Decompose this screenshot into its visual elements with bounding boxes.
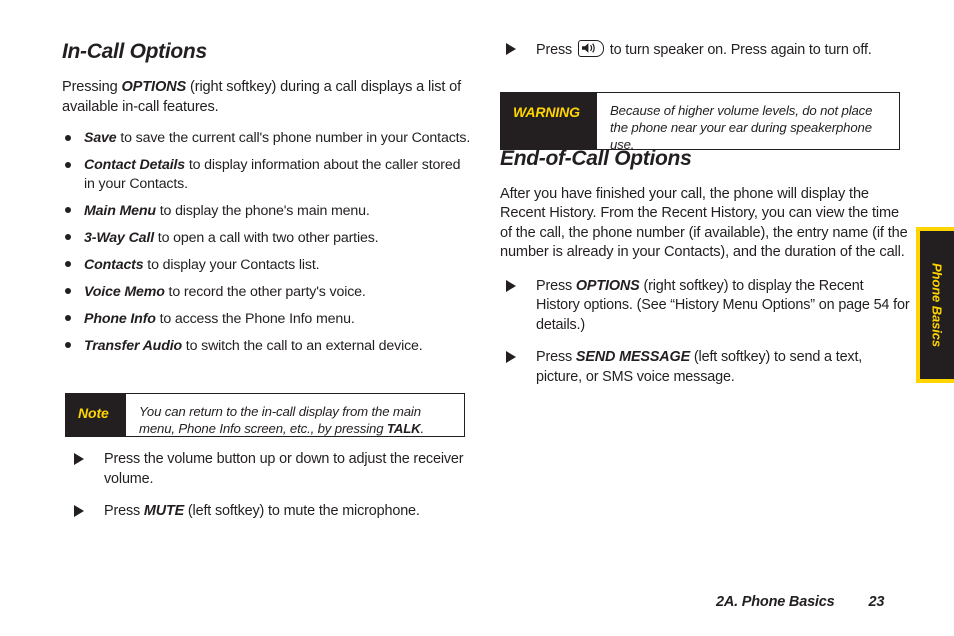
manual-page: In-Call Options Pressing OPTIONS (right …	[0, 0, 954, 636]
option-label: Transfer Audio	[84, 337, 183, 354]
list-item: Contacts to display your Contacts list.	[62, 256, 472, 275]
list-item: Voice Memo to record the other party's v…	[62, 283, 472, 302]
step-pre-text: Press	[536, 277, 576, 294]
option-description: to switch the call to an external device…	[182, 337, 423, 354]
list-item: Save to save the current call's phone nu…	[62, 129, 472, 148]
warning-callout: WARNING Because of higher volume levels,…	[500, 92, 900, 152]
option-description: to access the Phone Info menu.	[155, 310, 355, 327]
arrow-right-icon	[74, 453, 84, 465]
list-item: 3-Way Call to open a call with two other…	[62, 229, 472, 248]
note-text-pre: You can return to the in-call display fr…	[139, 404, 421, 436]
bullet-dot-icon	[65, 261, 71, 267]
list-item: Press MUTE (left softkey) to mute the mi…	[68, 502, 472, 522]
note-callout-tag: Note	[66, 394, 126, 436]
option-description: to open a call with two other parties.	[154, 229, 379, 246]
page-footer: 2A. Phone Basics 23	[716, 594, 884, 610]
option-description: to display the phone's main menu.	[155, 202, 370, 219]
step-pre-text: Press	[536, 349, 576, 365]
warning-callout-text: Because of higher volume levels, do not …	[610, 103, 873, 152]
note-callout: Note You can return to the in-call displ…	[65, 393, 465, 437]
list-item: Press SEND MESSAGE (left softkey) to sen…	[500, 348, 910, 387]
in-call-options-list: Save to save the current call's phone nu…	[62, 129, 472, 355]
step-post-text: (left softkey) to mute the microphone.	[184, 503, 420, 519]
chapter-side-tab-label: Phone Basics	[929, 262, 945, 348]
arrow-right-icon	[506, 351, 516, 363]
step-text: Press the volume button up or down to ad…	[104, 451, 464, 487]
list-item: Press OPTIONS (right softkey) to display…	[500, 277, 910, 336]
bullet-dot-icon	[65, 234, 71, 240]
list-item: Press the volume button up or down to ad…	[68, 450, 472, 489]
end-of-call-steps-list: Press OPTIONS (right softkey) to display…	[500, 277, 910, 388]
option-label: Contact Details	[84, 157, 186, 173]
warning-callout-tag: WARNING	[501, 93, 597, 149]
option-label: 3-Way Call	[84, 229, 154, 246]
bullet-dot-icon	[65, 288, 71, 294]
speaker-step-post-text: to turn speaker on. Press again to turn …	[605, 42, 872, 58]
arrow-right-icon	[506, 43, 516, 55]
left-column: In-Call Options Pressing OPTIONS (right …	[62, 40, 472, 364]
option-label: Phone Info	[84, 310, 156, 327]
option-description: to save the current call's phone number …	[116, 130, 471, 146]
page-title-in-call-options: In-Call Options	[62, 40, 207, 63]
page-title-end-of-call-options: End-of-Call Options	[500, 146, 692, 170]
bullet-dot-icon	[65, 315, 71, 321]
step-pre-text: Press	[104, 503, 144, 519]
speaker-key-icon	[577, 40, 604, 57]
option-label: Contacts	[84, 256, 144, 273]
speaker-step-list: Press to turn speaker on. Press again to…	[500, 40, 910, 61]
bullet-dot-icon	[65, 207, 71, 213]
in-call-steps-list: Press the volume button up or down to ad…	[68, 450, 472, 535]
arrow-right-icon	[506, 279, 516, 292]
intro-emphasis-options: OPTIONS	[121, 79, 187, 95]
step-emphasis-send-message: SEND MESSAGE	[575, 349, 691, 365]
list-item: Press to turn speaker on. Press again to…	[500, 40, 910, 61]
step-emphasis-mute: MUTE	[143, 503, 185, 519]
arrow-right-icon	[74, 505, 84, 517]
footer-chapter-label: 2A. Phone Basics	[716, 594, 835, 610]
option-label: Main Menu	[84, 202, 156, 219]
bullet-dot-icon	[65, 161, 71, 168]
note-callout-text: You can return to the in-call display fr…	[126, 394, 464, 436]
end-of-call-intro-paragraph: After you have finished your call, the p…	[500, 185, 908, 261]
bullet-dot-icon	[65, 134, 71, 141]
note-text-emphasis-talk: TALK	[386, 421, 421, 436]
option-label: Voice Memo	[84, 283, 165, 300]
note-text-post: .	[420, 421, 425, 436]
footer-page-number: 23	[868, 594, 885, 610]
list-item: Phone Info to access the Phone Info menu…	[62, 310, 472, 329]
list-item: Transfer Audio to switch the call to an …	[62, 337, 472, 356]
option-label: Save	[84, 130, 117, 146]
speaker-step-pre-text: Press	[536, 42, 576, 58]
in-call-intro-paragraph: Pressing OPTIONS (right softkey) during …	[62, 78, 472, 117]
option-description: to record the other party's voice.	[164, 283, 366, 300]
option-description: to display your Contacts list.	[143, 256, 320, 273]
intro-pre-text: Pressing	[62, 79, 122, 95]
list-item: Main Menu to display the phone's main me…	[62, 202, 472, 221]
step-emphasis-options: OPTIONS	[575, 277, 640, 294]
chapter-side-tab: Phone Basics	[916, 227, 954, 383]
bullet-dot-icon	[65, 342, 71, 348]
list-item: Contact Details to display information a…	[62, 156, 472, 193]
